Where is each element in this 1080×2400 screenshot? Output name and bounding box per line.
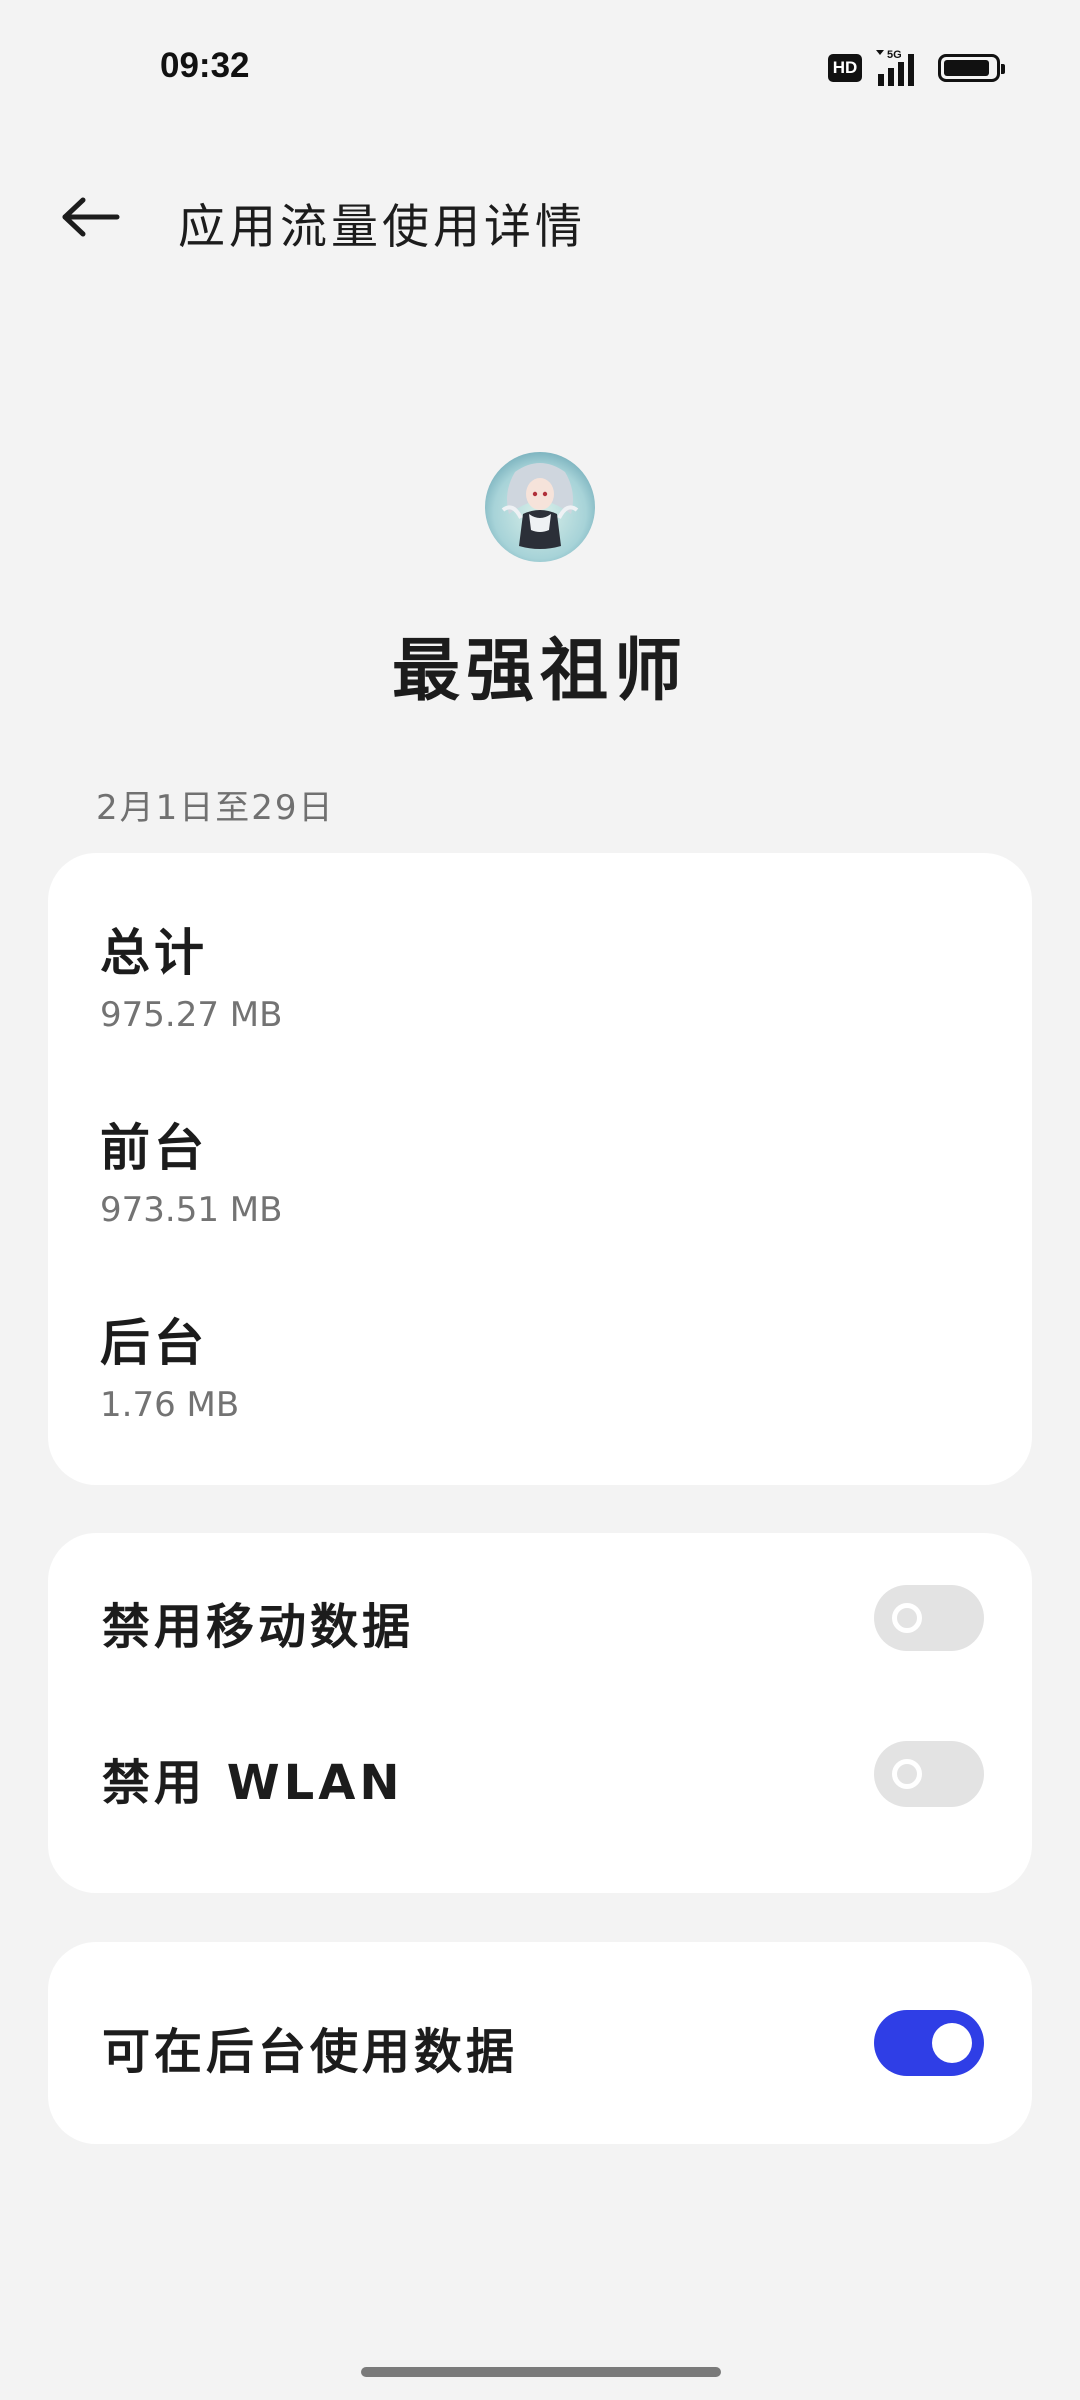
disable-wlan-row[interactable]: 禁用 WLAN <box>48 1709 1032 1839</box>
disable-wlan-switch[interactable] <box>874 1741 984 1807</box>
app-bar: 应用流量使用详情 <box>0 160 1080 270</box>
status-icons: HD 5G <box>828 48 1005 88</box>
battery-fill <box>944 60 989 76</box>
usage-foreground-label: 前台 <box>100 1119 208 1177</box>
usage-background-value: 1.76 MB <box>100 1385 240 1425</box>
usage-foreground: 前台 973.51 MB <box>100 1108 282 1230</box>
usage-background-label: 后台 <box>100 1314 208 1372</box>
usage-background: 后台 1.76 MB <box>100 1303 239 1425</box>
home-indicator[interactable] <box>361 2367 721 2377</box>
signal-5g-icon: 5G <box>876 49 914 86</box>
switch-knob <box>892 1759 922 1789</box>
disable-mobile-data-label: 禁用移动数据 <box>102 1599 415 1655</box>
disable-mobile-data-switch[interactable] <box>874 1585 984 1651</box>
page-title: 应用流量使用详情 <box>178 200 586 255</box>
app-name: 最强祖师 <box>391 632 688 711</box>
usage-total-label: 总计 <box>100 924 208 982</box>
restrictions-card: 禁用移动数据 禁用 WLAN <box>48 1533 1032 1893</box>
app-icon <box>485 452 595 562</box>
usage-total-value: 975.27 MB <box>100 995 283 1035</box>
hd-icon: HD <box>828 54 862 82</box>
status-bar: 09:32 HD 5G <box>0 0 1080 140</box>
usage-foreground-value: 973.51 MB <box>100 1190 283 1230</box>
background-data-row[interactable]: 可在后台使用数据 <box>48 1978 1032 2108</box>
switch-knob <box>892 1603 922 1633</box>
usage-total: 总计 975.27 MB <box>100 913 282 1035</box>
switch-knob <box>932 2023 972 2063</box>
background-data-card: 可在后台使用数据 <box>48 1942 1032 2144</box>
disable-mobile-data-row[interactable]: 禁用移动数据 <box>48 1553 1032 1683</box>
disable-wlan-label: 禁用 WLAN <box>102 1755 404 1811</box>
status-time: 09:32 <box>160 46 250 85</box>
app-avatar-image <box>485 452 595 562</box>
usage-card: 总计 975.27 MB 前台 973.51 MB 后台 1.76 MB <box>48 853 1032 1485</box>
battery-icon <box>938 54 1005 82</box>
back-button[interactable] <box>56 182 126 252</box>
network-type-label: 5G <box>887 49 902 61</box>
background-data-switch[interactable] <box>874 2010 984 2076</box>
back-arrow-icon <box>62 197 120 237</box>
background-data-label: 可在后台使用数据 <box>102 2024 519 2080</box>
date-range-label: 2月1日至29日 <box>96 788 335 828</box>
